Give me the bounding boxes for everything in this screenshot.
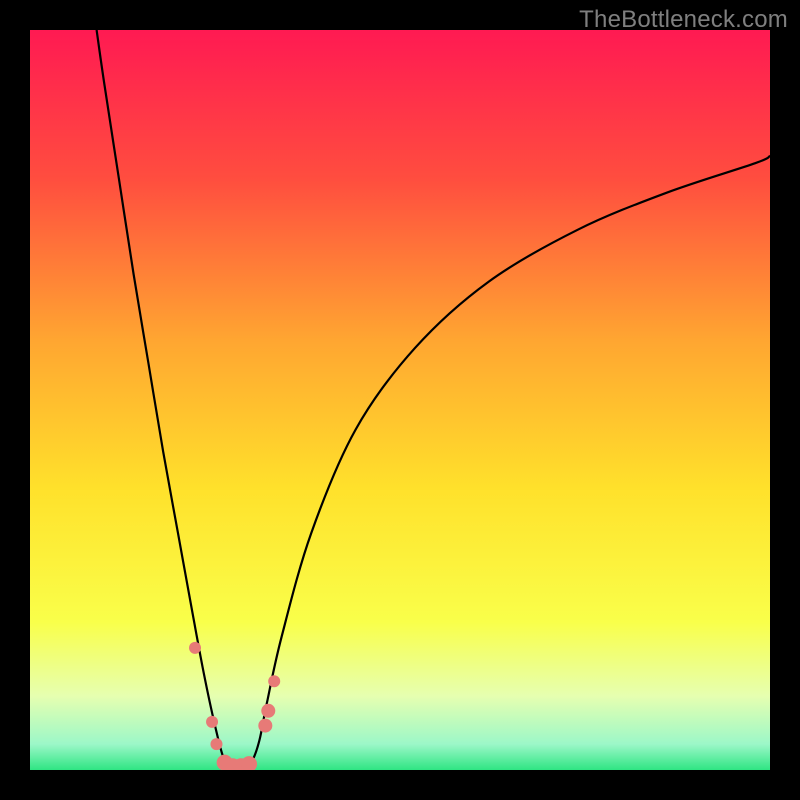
plot-area (30, 30, 770, 770)
marker-dot (206, 716, 218, 728)
marker-dot (210, 738, 222, 750)
marker-dot (258, 719, 272, 733)
chart-frame: TheBottleneck.com (0, 0, 800, 800)
marker-dot (189, 642, 201, 654)
marker-dot (268, 675, 280, 687)
marker-group (189, 642, 280, 770)
marker-dot (261, 704, 275, 718)
curve-layer (30, 30, 770, 770)
bottleneck-curve (97, 30, 770, 768)
